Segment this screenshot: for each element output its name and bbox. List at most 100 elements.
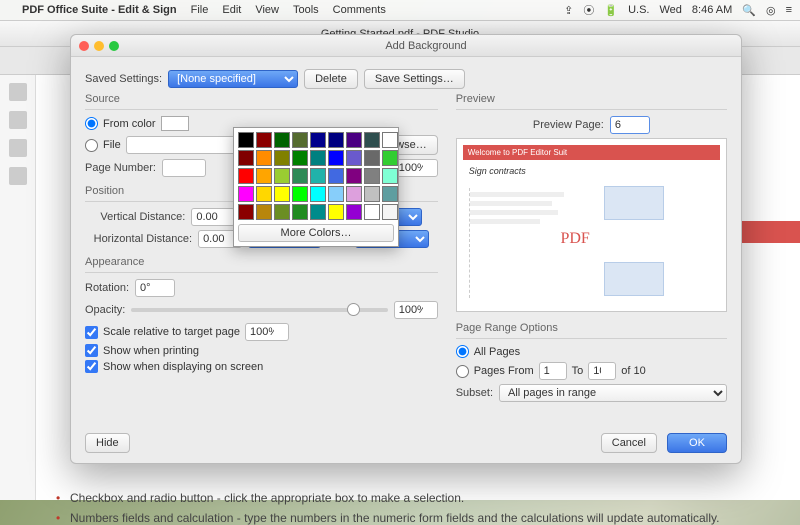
color-swatch-cell[interactable]	[274, 186, 290, 202]
more-colors-button[interactable]: More Colors…	[238, 224, 394, 242]
color-swatch-cell[interactable]	[364, 168, 380, 184]
color-swatch-cell[interactable]	[310, 132, 326, 148]
cancel-button[interactable]: Cancel	[601, 433, 657, 453]
color-swatch-cell[interactable]	[238, 186, 254, 202]
color-swatch-cell[interactable]	[364, 150, 380, 166]
pages-to-input[interactable]	[588, 362, 616, 380]
menu-edit[interactable]: Edit	[222, 4, 241, 16]
file-radio[interactable]	[85, 139, 98, 152]
appearance-label: Appearance	[85, 256, 438, 268]
color-swatch-cell[interactable]	[364, 186, 380, 202]
opacity-label: Opacity:	[85, 304, 125, 316]
color-swatch-cell[interactable]	[292, 186, 308, 202]
app-name[interactable]: PDF Office Suite - Edit & Sign	[22, 4, 177, 16]
color-swatch-cell[interactable]	[328, 168, 344, 184]
color-swatch-cell[interactable]	[382, 186, 398, 202]
preview-doc-heading: Sign contracts	[463, 164, 720, 178]
preview-page-input[interactable]	[610, 116, 650, 134]
pages-of-label: of 10	[621, 365, 645, 377]
page-number-input[interactable]	[162, 159, 206, 177]
page-number-label: Page Number:	[85, 162, 156, 174]
search-icon[interactable]: 🔍	[742, 4, 756, 17]
show-print-check[interactable]	[85, 344, 98, 357]
preview-doc-title: Welcome to PDF Editor Suit	[463, 145, 720, 160]
pages-from-input[interactable]	[539, 362, 567, 380]
color-swatch-cell[interactable]	[274, 204, 290, 220]
subset-select[interactable]: All pages in range	[499, 384, 727, 402]
saved-settings-select[interactable]: [None specified]	[168, 70, 298, 88]
color-swatch-cell[interactable]	[382, 204, 398, 220]
menu-view[interactable]: View	[255, 4, 279, 16]
absolute-scale-input[interactable]	[394, 159, 438, 177]
color-swatch-cell[interactable]	[346, 132, 362, 148]
wifi-icon[interactable]: ⦿	[583, 2, 594, 18]
sidebar-tool-1[interactable]	[9, 83, 27, 101]
color-swatch-cell[interactable]	[382, 150, 398, 166]
color-swatch-cell[interactable]	[364, 204, 380, 220]
traffic-lights[interactable]	[79, 41, 119, 51]
siri-icon[interactable]: ◎	[766, 4, 776, 17]
delete-button[interactable]: Delete	[304, 69, 358, 89]
color-swatch-cell[interactable]	[310, 150, 326, 166]
color-swatch-cell[interactable]	[256, 150, 272, 166]
color-swatch-cell[interactable]	[328, 132, 344, 148]
color-swatch-cell[interactable]	[274, 168, 290, 184]
color-swatch-cell[interactable]	[346, 150, 362, 166]
menu-comments[interactable]: Comments	[333, 4, 386, 16]
sidebar-tool-2[interactable]	[9, 111, 27, 129]
vdist-input[interactable]	[191, 208, 235, 226]
color-swatch-cell[interactable]	[292, 204, 308, 220]
color-swatch[interactable]	[161, 116, 189, 131]
color-swatch-cell[interactable]	[310, 168, 326, 184]
color-swatch-cell[interactable]	[382, 132, 398, 148]
sidebar-tool-4[interactable]	[9, 167, 27, 185]
color-swatch-cell[interactable]	[382, 168, 398, 184]
color-swatch-cell[interactable]	[310, 204, 326, 220]
color-swatch-cell[interactable]	[256, 132, 272, 148]
battery-icon[interactable]: 🔋	[604, 4, 618, 17]
color-swatch-cell[interactable]	[328, 204, 344, 220]
color-swatch-cell[interactable]	[238, 150, 254, 166]
color-swatch-cell[interactable]	[292, 168, 308, 184]
color-swatch-cell[interactable]	[238, 132, 254, 148]
all-pages-radio[interactable]	[456, 345, 469, 358]
status-icon[interactable]: ⇪	[564, 4, 573, 17]
scale-relative-check[interactable]	[85, 326, 98, 339]
sidebar-tool-3[interactable]	[9, 139, 27, 157]
color-swatch-cell[interactable]	[292, 150, 308, 166]
color-swatch-cell[interactable]	[328, 186, 344, 202]
color-swatch-cell[interactable]	[346, 186, 362, 202]
save-settings-button[interactable]: Save Settings…	[364, 69, 465, 89]
color-swatch-cell[interactable]	[364, 132, 380, 148]
menu-tools[interactable]: Tools	[293, 4, 319, 16]
hide-button[interactable]: Hide	[85, 433, 130, 453]
opacity-input[interactable]	[394, 301, 438, 319]
color-swatch-cell[interactable]	[274, 132, 290, 148]
color-swatch-cell[interactable]	[328, 150, 344, 166]
color-swatch-cell[interactable]	[256, 186, 272, 202]
color-swatch-cell[interactable]	[256, 168, 272, 184]
dialog-titlebar[interactable]: Add Background	[71, 35, 741, 57]
color-swatch-cell[interactable]	[274, 150, 290, 166]
menu-file[interactable]: File	[191, 4, 209, 16]
color-swatch-cell[interactable]	[238, 204, 254, 220]
color-swatch-cell[interactable]	[292, 132, 308, 148]
menu-extra-icon[interactable]: ≡	[786, 4, 792, 16]
color-swatch-cell[interactable]	[256, 204, 272, 220]
clock-time[interactable]: 8:46 AM	[692, 4, 732, 16]
rotation-input[interactable]	[135, 279, 175, 297]
color-swatch-cell[interactable]	[238, 168, 254, 184]
flag-label[interactable]: U.S.	[628, 4, 649, 16]
clock-day[interactable]: Wed	[659, 4, 681, 16]
ok-button[interactable]: OK	[667, 433, 727, 453]
source-label: Source	[85, 93, 438, 105]
color-swatch-cell[interactable]	[310, 186, 326, 202]
opacity-slider[interactable]	[131, 308, 387, 312]
scale-relative-input[interactable]	[245, 323, 289, 341]
pages-to-label: To	[572, 365, 584, 377]
show-screen-check[interactable]	[85, 360, 98, 373]
color-swatch-cell[interactable]	[346, 204, 362, 220]
color-swatch-cell[interactable]	[346, 168, 362, 184]
pages-from-radio[interactable]	[456, 365, 469, 378]
from-color-radio[interactable]	[85, 117, 98, 130]
